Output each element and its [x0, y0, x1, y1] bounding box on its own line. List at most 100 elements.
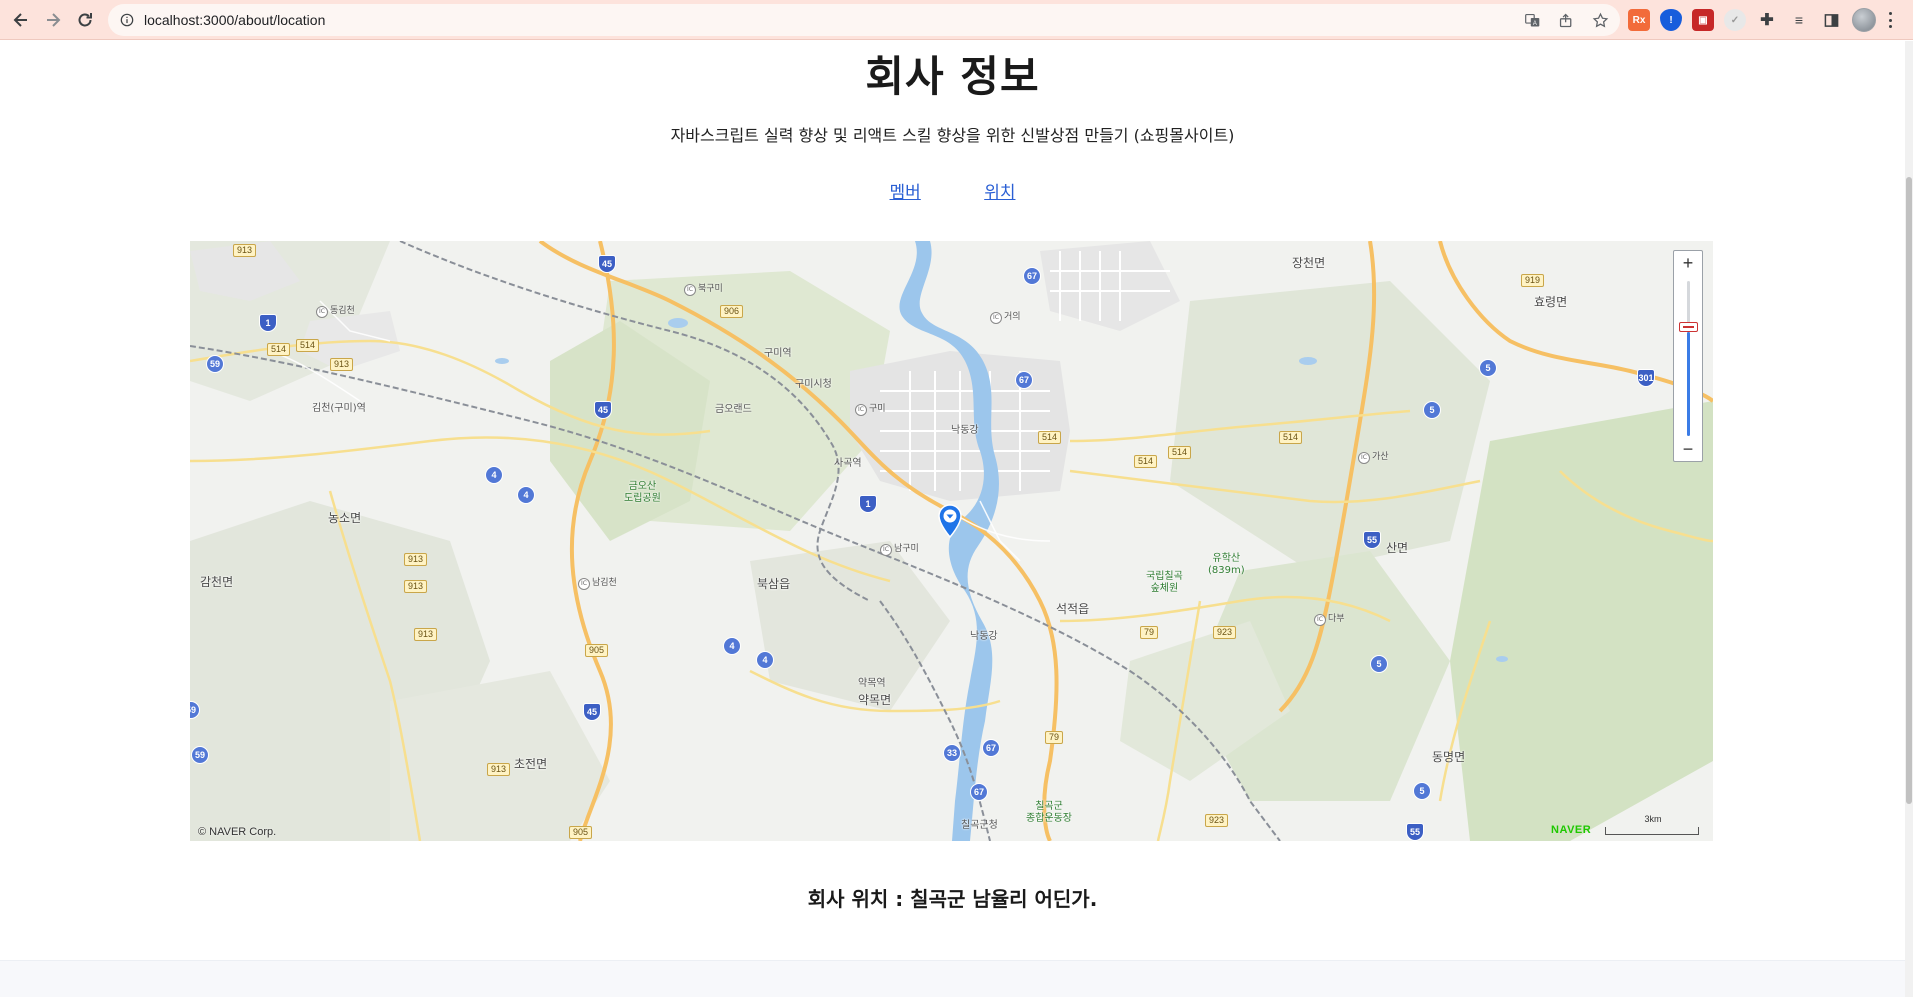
map-scale-bar: 3km	[1605, 814, 1699, 835]
route-shield: 5	[1370, 655, 1388, 673]
map-copyright: © NAVER Corp.	[198, 826, 277, 838]
ic-label: IC 다부	[1314, 611, 1345, 626]
location-marker-icon[interactable]	[938, 504, 962, 538]
ic-label: IC 거의	[990, 309, 1021, 324]
company-location-text: 회사 위치 : 칠곡군 남율리 어딘가.	[807, 887, 1098, 911]
road-shield: 923	[1205, 814, 1229, 827]
mountain-label: 유학산 (839m)	[1208, 553, 1245, 576]
reload-button[interactable]	[72, 7, 98, 33]
road-shield: 514	[296, 339, 320, 352]
road-shield: 906	[720, 305, 744, 318]
place-label: 산면	[1386, 541, 1409, 555]
zoom-in-button[interactable]: +	[1674, 251, 1702, 275]
route-shield: 4	[517, 486, 535, 504]
road-shield: 514	[1038, 431, 1062, 444]
park-label: 칠곡군 종합운동장	[1026, 801, 1072, 824]
route-shield: 67	[982, 739, 1000, 757]
browser-toolbar: localhost:3000/about/location A Rx ! ▣ ✓…	[0, 0, 1913, 40]
place-label: 김천(구미)역	[312, 403, 366, 414]
place-label: 낙동강	[970, 631, 998, 642]
route-shield: 4	[756, 651, 774, 669]
park-label: 금오산 도립공원	[624, 481, 661, 504]
media-control-icon[interactable]: ≡	[1788, 9, 1810, 31]
scale-label: 3km	[1644, 814, 1662, 824]
route-shield: 4	[485, 466, 503, 484]
ic-label: IC 남김천	[578, 575, 617, 590]
road-shield: 923	[1213, 626, 1237, 639]
puzzle-icon[interactable]: ✚	[1756, 9, 1778, 31]
place-label: 낙동강	[951, 425, 979, 436]
zoom-out-button[interactable]: −	[1674, 437, 1702, 461]
place-label: 약목역	[858, 678, 886, 689]
page-title: 회사 정보	[865, 52, 1040, 101]
park-label: 국립칠곡 숲체원	[1146, 571, 1183, 594]
info-icon[interactable]	[118, 11, 136, 29]
road-shield: 913	[404, 580, 428, 593]
share-icon[interactable]	[1556, 10, 1576, 30]
route-shield: 67	[1023, 267, 1041, 285]
place-label: 약목면	[858, 693, 892, 707]
place-label: 사곡역	[834, 458, 862, 469]
page-viewport: 회사 정보 자바스크립트 실력 향상 및 리액트 스킬 향상을 위한 신발상점 …	[0, 41, 1905, 997]
road-shield: 514	[1134, 455, 1158, 468]
ic-label: IC 남구미	[880, 541, 919, 556]
zoom-slider-handle[interactable]	[1679, 322, 1698, 333]
naver-logo[interactable]: NAVER	[1551, 824, 1591, 836]
bitwarden-extension-icon[interactable]: !	[1660, 9, 1682, 31]
naver-map[interactable]: 장천면 효령면 김천(구미)역 구미역 구미시청 금오랜드 IC 구미 낙동강 사…	[190, 241, 1713, 841]
highway-shield: 55	[1406, 823, 1424, 841]
place-label: 칠곡군청	[961, 820, 998, 831]
route-shield: 5	[1479, 359, 1497, 377]
place-label: 석적읍	[1056, 602, 1090, 616]
zoom-level-fill	[1687, 332, 1690, 436]
road-shield: 913	[404, 553, 428, 566]
image-extension-icon[interactable]: ▣	[1692, 9, 1714, 31]
route-shield: 67	[1015, 371, 1033, 389]
nav-link-members[interactable]: 멤버	[890, 183, 921, 203]
highway-shield: 1	[259, 314, 277, 332]
place-label: 초전면	[514, 757, 548, 771]
road-shield: 913	[330, 358, 354, 371]
route-shield: 4	[723, 637, 741, 655]
road-shield: 913	[414, 628, 438, 641]
forward-button[interactable]	[40, 7, 66, 33]
arrow-right-icon	[47, 13, 61, 27]
place-label: 북삼읍	[757, 577, 791, 591]
place-label: 금오랜드	[715, 404, 752, 415]
highway-shield: 1	[859, 495, 877, 513]
side-panel-icon[interactable]	[1820, 9, 1842, 31]
profile-avatar[interactable]	[1852, 8, 1876, 32]
highway-shield: 55	[1363, 531, 1381, 549]
bookmark-star-icon[interactable]	[1590, 10, 1610, 30]
page-subtitle: 자바스크립트 실력 향상 및 리액트 스킬 향상을 위한 신발상점 만들기 (쇼…	[670, 126, 1235, 145]
road-shield: 79	[1045, 731, 1064, 744]
highway-shield: 45	[594, 401, 612, 419]
place-label: 효령면	[1534, 295, 1568, 309]
rx-extension-icon[interactable]: Rx	[1628, 9, 1650, 31]
compass-extension-icon[interactable]: ✓	[1724, 9, 1746, 31]
place-label: 장천면	[1292, 256, 1326, 270]
svg-text:A: A	[1532, 20, 1536, 26]
road-shield: 79	[1140, 626, 1159, 639]
road-shield: 905	[585, 644, 609, 657]
route-shield: 67	[970, 783, 988, 801]
back-button[interactable]	[8, 7, 34, 33]
address-bar[interactable]: localhost:3000/about/location A	[108, 4, 1620, 36]
nav-link-location[interactable]: 위치	[984, 183, 1015, 203]
place-label: 구미역	[764, 348, 792, 359]
translate-icon[interactable]: A	[1522, 10, 1542, 30]
road-shield: 514	[1279, 431, 1303, 444]
page-scrollbar[interactable]	[1905, 41, 1913, 997]
road-shield: 905	[569, 826, 593, 839]
ic-label: IC 북구미	[684, 281, 723, 296]
ic-label: IC 동김천	[316, 303, 355, 318]
ic-label: IC 가산	[1358, 449, 1389, 464]
route-shield: 33	[943, 744, 961, 762]
menu-kebab-icon[interactable]	[1886, 10, 1894, 30]
ic-label: IC 구미	[855, 401, 886, 416]
scrollbar-thumb[interactable]	[1906, 177, 1912, 804]
road-shield: 514	[1168, 446, 1192, 459]
place-label: 구미시청	[795, 379, 832, 390]
zoom-control: + −	[1673, 250, 1703, 462]
place-label: 감천면	[200, 575, 234, 589]
